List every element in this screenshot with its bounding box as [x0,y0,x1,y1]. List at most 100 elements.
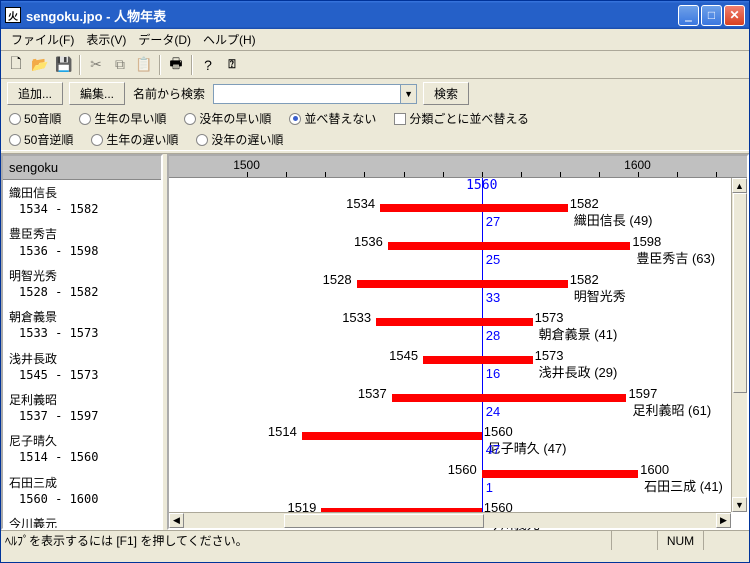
sort-birth-desc[interactable]: 生年の遅い順 [91,131,178,148]
scroll-up-icon[interactable]: ▲ [732,178,747,193]
statusbar: ﾍﾙﾌﾟを表示するには [F1] を押してください。 NUM [1,530,749,550]
add-button[interactable]: 追加... [7,82,63,105]
list-item[interactable]: 石田三成1560 - 1600 [9,472,155,513]
current-age-label: 24 [486,404,500,419]
current-year-line [482,178,483,512]
person-name-label: 織田信長 (49) [574,210,653,229]
save-icon[interactable]: 💾 [53,54,75,76]
chevron-down-icon[interactable]: ▼ [400,85,416,103]
person-name-label: 朝倉義景 (41) [539,324,618,343]
separator [191,55,193,75]
sort-none[interactable]: 並べ替えない [289,110,376,127]
new-icon[interactable]: 🗋 [5,54,27,76]
scroll-thumb-v[interactable] [733,193,747,393]
list-item[interactable]: 織田信長1534 - 1582 [9,182,155,223]
person-name-label: 足利義昭 (61) [632,400,711,419]
timeline-pane: 15001600 156015341582織田信長 (49)2715361598… [167,154,749,530]
current-age-label: 33 [486,290,500,305]
list-item[interactable]: 明智光秀1528 - 1582 [9,265,155,306]
timeline-body[interactable]: 156015341582織田信長 (49)2715361598豊臣秀吉 (63)… [169,178,731,512]
person-name-label: 浅井長政 (29) [539,362,618,381]
person-name-label: 明智光秀 [574,286,626,305]
search-label: 名前から検索 [131,85,207,102]
paste-icon[interactable]: 📋 [133,54,155,76]
print-icon[interactable]: 🖶 [165,54,187,76]
close-button[interactable]: ✕ [724,5,745,26]
birth-year-label: 1536 [354,234,383,249]
current-age-label: 27 [486,214,500,229]
birth-year-label: 1537 [358,386,387,401]
sort-birth-asc[interactable]: 生年の早い順 [79,110,166,127]
menubar: ファイル(F) 表示(V) データ(D) ヘルプ(H) [1,29,749,51]
edit-button[interactable]: 編集... [69,82,125,105]
list-item[interactable]: 朝倉義景1533 - 1573 [9,306,155,347]
sort-grouped[interactable]: 分類ごとに並べ替える [394,110,529,127]
death-year-label: 1560 [484,424,513,439]
status-message: ﾍﾙﾌﾟを表示するには [F1] を押してください。 [1,532,611,549]
status-pane [611,531,657,550]
search-button[interactable]: 検索 [423,82,469,105]
app-icon: 火 [5,7,21,23]
timeline-ruler: 15001600 [169,156,747,178]
lifespan-bar [392,394,627,402]
current-age-label: 47 [486,442,500,457]
birth-year-label: 1514 [268,424,297,439]
death-year-label: 1573 [535,348,564,363]
current-age-label: 28 [486,328,500,343]
sidebar-title: sengoku [3,156,161,180]
menu-data[interactable]: データ(D) [132,29,197,50]
minimize-button[interactable]: ‗ [678,5,699,26]
person-list[interactable]: 織田信長1534 - 1582豊臣秀吉1536 - 1598明智光秀1528 -… [3,180,161,528]
sort-50on-rev[interactable]: 50音逆順 [9,131,73,148]
status-num: NUM [657,531,703,550]
open-icon[interactable]: 📂 [29,54,51,76]
search-combobox[interactable]: ▼ [213,84,417,104]
birth-year-label: 1533 [342,310,371,325]
list-item[interactable]: 尼子晴久1514 - 1560 [9,430,155,471]
menu-file[interactable]: ファイル(F) [5,29,80,50]
sort-50on[interactable]: 50音順 [9,110,61,127]
ruler-tick: 1500 [233,158,260,172]
copy-icon[interactable]: ⧉ [109,54,131,76]
list-item[interactable]: 浅井長政1545 - 1573 [9,348,155,389]
list-item[interactable]: 足利義昭1537 - 1597 [9,389,155,430]
birth-year-label: 1528 [323,272,352,287]
context-help-icon[interactable]: ⍰ [221,54,243,76]
lifespan-bar [388,242,630,250]
window-title: sengoku.jpo - 人物年表 [26,6,678,25]
list-item[interactable]: 今川義元1519 - 1560 [9,513,155,528]
lifespan-bar [380,204,568,212]
separator [159,55,161,75]
death-year-label: 1600 [640,462,669,477]
scroll-left-icon[interactable]: ◀ [169,513,184,528]
death-year-label: 1573 [535,310,564,325]
current-age-label: 16 [486,366,500,381]
death-year-label: 1582 [570,272,599,287]
status-pane [703,531,749,550]
lifespan-bar [482,470,638,478]
about-icon[interactable]: ? [197,54,219,76]
search-input[interactable] [214,87,400,101]
vertical-scrollbar[interactable]: ▲ ▼ [731,178,747,512]
person-name-label: 豊臣秀吉 (63) [636,248,715,267]
sidebar: sengoku 織田信長1534 - 1582豊臣秀吉1536 - 1598明智… [1,154,163,530]
person-name-label: 石田三成 (41) [644,476,723,495]
birth-year-label: 1560 [448,462,477,477]
scroll-thumb-h[interactable] [284,514,484,528]
cut-icon[interactable]: ✂ [85,54,107,76]
sort-death-desc[interactable]: 没年の遅い順 [196,131,283,148]
maximize-button[interactable]: □ [701,5,722,26]
current-year-label: 1560 [466,178,497,193]
horizontal-scrollbar[interactable]: ◀ ▶ [169,512,731,528]
menu-help[interactable]: ヘルプ(H) [197,29,262,50]
control-row: 追加... 編集... 名前から検索 ▼ 検索 [1,79,749,108]
list-item[interactable]: 豊臣秀吉1536 - 1598 [9,223,155,264]
birth-year-label: 1545 [389,348,418,363]
menu-view[interactable]: 表示(V) [80,29,132,50]
scroll-right-icon[interactable]: ▶ [716,513,731,528]
lifespan-bar [302,432,482,440]
lifespan-bar [423,356,532,364]
sort-death-asc[interactable]: 没年の早い順 [184,110,271,127]
scroll-down-icon[interactable]: ▼ [732,497,747,512]
sort-row-1: 50音順 生年の早い順 没年の早い順 並べ替えない 分類ごとに並べ替える [1,108,749,129]
